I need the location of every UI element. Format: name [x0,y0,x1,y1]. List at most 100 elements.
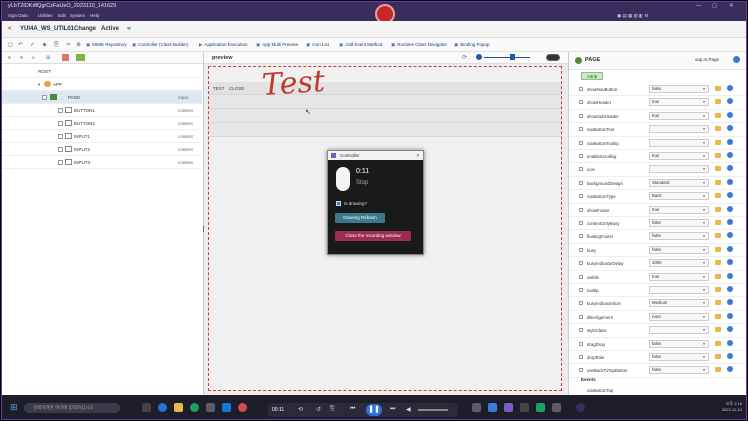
info-icon[interactable] [727,205,733,212]
tree-row-page[interactable]: PAGE mpar [2,91,202,104]
app-icon[interactable] [222,403,231,412]
copy-icon[interactable]: ⎘ [52,41,61,49]
attribute-checkbox[interactable] [579,368,583,373]
chevron-down-icon[interactable]: ▾ [703,207,705,212]
chevron-down-icon[interactable]: ▾ [703,260,705,265]
attribute-checkbox[interactable] [579,355,583,359]
attribute-tab[interactable]: Attrib [581,72,603,80]
edit-node-icon[interactable] [76,54,85,61]
attribute-value[interactable]: Auto [649,312,709,321]
zoom-slider[interactable] [484,57,530,58]
chevron-down-icon[interactable]: ▾ [703,354,705,359]
icon-list-button[interactable]: ▣ Icon List [306,42,329,48]
attribute-value[interactable]: true [649,205,709,214]
info-icon[interactable] [727,152,733,158]
attribute-value[interactable]: false [649,219,709,227]
back-button[interactable]: < [8,26,12,32]
chevron-down-icon[interactable]: ▾ [703,327,705,332]
check-icon[interactable]: ✓ [28,41,37,49]
folder-icon[interactable] [715,340,721,346]
chevron-down-icon[interactable]: ▾ [703,126,705,131]
expand-icon[interactable]: ≡ [8,55,11,61]
app-icon[interactable] [552,403,561,412]
zoom-out-icon[interactable] [476,54,482,60]
volume-icon[interactable]: ◀ [406,406,411,413]
attribute-checkbox[interactable] [579,288,583,292]
tree-row-app[interactable]: ▾ APP [2,78,202,91]
app-icon[interactable] [206,403,215,412]
save-icon[interactable]: ◻ [6,41,15,49]
volume-slider[interactable] [418,409,448,411]
info-icon[interactable] [727,111,733,118]
folder-icon[interactable] [715,300,721,306]
close-recording-button[interactable]: Close the recording window [335,231,411,241]
attribute-value[interactable]: false [649,366,709,375]
collapse-icon[interactable]: ≡ [20,55,23,61]
attribute-row[interactable]: showFooter true ▾ [569,204,746,217]
attribute-row[interactable]: titleAlignment Auto ▾ [569,311,746,325]
attribute-row[interactable]: navButtonType Back ▾ [569,190,746,204]
folder-icon[interactable] [715,287,721,292]
attribute-row[interactable]: useBackToTopButton false ▾ [569,364,746,378]
chevron-down-icon[interactable]: ▾ [703,99,705,104]
change-button[interactable]: Change [74,26,96,32]
info-icon[interactable] [727,165,733,172]
attribute-checkbox[interactable] [579,247,583,252]
attribute-row[interactable]: icon ▾ [569,163,746,177]
tree-row-root[interactable]: ROOT [2,65,202,78]
zoom-thumb[interactable] [510,54,515,60]
attribute-value[interactable] [649,165,709,174]
binding-popup-button[interactable]: ▣ Binding Popup [454,42,490,48]
taskbar-search[interactable]: 검색하려면 여기에 입력하십시오 [24,403,120,413]
attribute-row[interactable]: navButtonTooltip ▾ [569,137,746,150]
test-button[interactable]: TEST [213,86,225,91]
chevron-down-icon[interactable]: ▾ [703,86,705,91]
info-icon[interactable] [727,232,733,239]
attribute-value[interactable]: Back [649,192,709,201]
windows-start-icon[interactable]: ⊞ [10,402,18,413]
rewind-icon[interactable]: ⟲ [298,406,303,413]
folder-icon[interactable] [715,112,721,118]
attribute-row[interactable]: showNavButton false ▾ [569,83,746,97]
folder-icon[interactable] [715,153,721,158]
menu-system[interactable]: System [70,13,85,18]
replay-icon[interactable]: ↺ [316,406,321,413]
folder-icon[interactable] [715,179,721,185]
runtime-class-navigator-button[interactable]: ▣ Runtime Class Navigator [391,42,447,48]
info-icon[interactable] [727,272,733,279]
attribute-checkbox[interactable] [579,207,583,212]
chevron-down-icon[interactable]: ▾ [703,233,705,238]
shield-icon[interactable]: ◈ [40,41,49,49]
app-icon[interactable] [536,403,545,412]
chevron-down-icon[interactable]: ▾ [703,153,705,158]
folder-icon[interactable] [715,246,721,252]
close-window-button[interactable]: ✕ [729,3,734,9]
attribute-value[interactable]: true [649,272,709,281]
attribute-row[interactable]: navButtonText ▾ [569,123,746,137]
chevron-down-icon[interactable]: ▾ [703,140,705,145]
folder-icon[interactable] [174,403,183,412]
tree-row-input1[interactable]: INPUT1 content [2,130,202,143]
chevron-down-icon[interactable]: ▾ [703,193,705,198]
attribute-row[interactable]: showSubHeader true ▾ [569,110,746,124]
folder-icon[interactable] [715,220,721,225]
attribute-value[interactable] [649,326,709,335]
folder-icon[interactable] [715,99,721,105]
drawing-refresh-button[interactable]: Drawing Refresh [335,213,385,223]
attribute-checkbox[interactable] [579,127,583,132]
info-icon[interactable] [733,56,740,63]
info-icon[interactable] [727,259,733,266]
attribute-checkbox[interactable] [579,301,583,306]
node-checkbox[interactable] [58,121,63,126]
delete-icon[interactable]: ⊗ [74,41,83,49]
app-icon[interactable] [472,403,481,412]
task-view-icon[interactable] [142,403,151,412]
folder-icon[interactable] [715,367,721,373]
attribute-value[interactable]: 1000 [649,259,709,268]
screenshot-icon[interactable]: ⎘ [330,406,335,413]
attribute-checkbox[interactable] [579,154,583,158]
attribute-checkbox[interactable] [579,180,583,185]
zoom-control[interactable]: ⟳ [462,54,566,62]
tree-row-input2[interactable]: INPUT2 content [2,143,202,156]
attribute-checkbox[interactable] [579,341,583,346]
